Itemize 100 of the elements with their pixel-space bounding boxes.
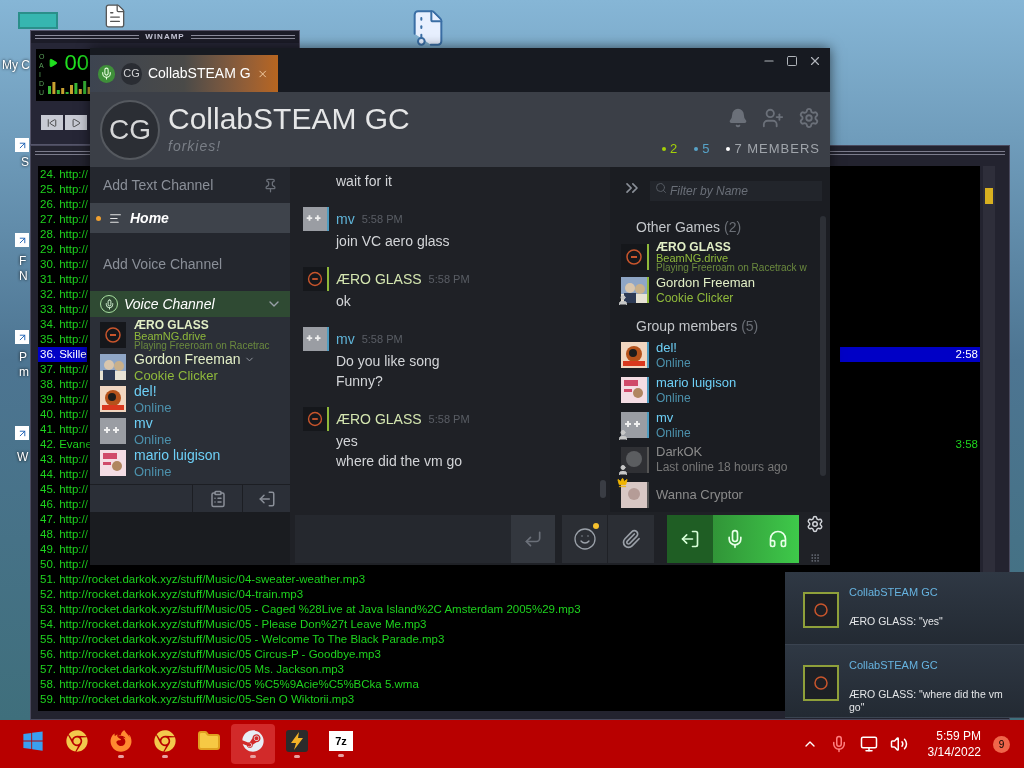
track-title[interactable]: 34. http://	[38, 317, 88, 332]
resize-grip-icon[interactable]	[810, 552, 820, 563]
invite-icon[interactable]	[762, 106, 784, 129]
filter-field[interactable]: Filter by Name	[650, 181, 822, 201]
track-title[interactable]: 38. http://	[38, 377, 88, 392]
track-title[interactable]: 58. http://rocket.darkok.xyz/stuff/Music/05 %C5%9Acie%C5%BCka 5.wma	[38, 677, 419, 692]
message-text: yes	[335, 432, 359, 451]
mic-icon	[725, 528, 745, 549]
channel-name: Voice Channel	[124, 294, 216, 314]
track-title[interactable]: 35. http://	[38, 332, 88, 347]
member-row[interactable]: Wanna Cryptor	[621, 477, 820, 512]
track-title[interactable]: 46. http://	[38, 497, 88, 512]
leave-voice-button[interactable]	[667, 514, 713, 563]
section-count: (5)	[741, 316, 759, 336]
message-text: ok	[335, 292, 352, 311]
taskbar-app[interactable]	[231, 724, 275, 764]
track-title[interactable]: 40. http://	[38, 407, 88, 422]
track-title[interactable]: 50. http://	[38, 557, 88, 572]
track-title[interactable]: 48. http://	[38, 527, 88, 542]
track-title[interactable]: 59. http://rocket.darkok.xyz/stuff/Music/05-Sen O Wiktorii.mp3	[38, 692, 355, 707]
member-row[interactable]: Gordon Freeman Cookie Clicker	[621, 274, 820, 307]
notification-title: CollabSTEAM GC	[849, 585, 939, 600]
add-channel-button[interactable]: Add Text Channel	[90, 167, 263, 203]
taskbar-app[interactable]: 7z	[319, 724, 363, 764]
notification-toast[interactable]: CollabSTEAM GC ÆRO GLASS: "yes"	[785, 572, 1024, 645]
close-icon[interactable]	[808, 54, 822, 68]
track-title[interactable]: 57. http://rocket.darkok.xyz/stuff/Music/05 Ms. Jackson.mp3	[38, 662, 345, 677]
track-title[interactable]: 36. Skille	[38, 347, 87, 362]
track-title[interactable]: 26. http://	[38, 197, 88, 212]
member-name: del!	[656, 339, 677, 356]
friend-icon	[617, 463, 629, 476]
play-button[interactable]	[65, 115, 87, 130]
track-title[interactable]: 31. http://	[38, 272, 88, 287]
track-title[interactable]: 43. http://	[38, 452, 88, 467]
channel-item[interactable]: Home	[90, 203, 290, 233]
piston-logo-icon	[242, 730, 264, 752]
track-title[interactable]: 42. Evane	[38, 437, 92, 452]
member-row[interactable]: del! Online	[621, 338, 820, 373]
notification-text: ÆRO GLASS: "yes"	[849, 614, 943, 628]
track-title[interactable]: 52. http://rocket.darkok.xyz/stuff/Music/04-train.mp3	[38, 587, 304, 602]
message-time: 5:58 PM	[428, 411, 470, 427]
track-title[interactable]: 41. http://	[38, 422, 88, 437]
message-input[interactable]	[295, 514, 555, 563]
track-title[interactable]: 47. http://	[38, 512, 88, 527]
track-title[interactable]: 55. http://rocket.darkok.xyz/stuff/Music/05 - Welcome To The Black Parade.mp3	[38, 632, 445, 647]
previous-button[interactable]	[41, 115, 63, 130]
track-title[interactable]: 32. http://	[38, 287, 88, 302]
clock[interactable]: 5:59 PM 3/14/2022	[927, 728, 981, 760]
track-title[interactable]: 54. http://rocket.darkok.xyz/stuff/Music/05 - Please Don%27t Leave Me.mp3	[38, 617, 427, 632]
archive-icon: 7z	[329, 731, 353, 751]
voice-member[interactable]: mv Online	[100, 415, 290, 447]
member-name: ÆRO GLASS	[134, 319, 209, 331]
member-activity: Playing Freeroam on Racetrack w	[656, 262, 807, 273]
track-title[interactable]: 56. http://rocket.darkok.xyz/stuff/Music/05 Circus-P - Goodbye.mp3	[38, 647, 381, 662]
voice-member[interactable]: Gordon Freeman Cookie Clicker	[100, 351, 290, 383]
track-title[interactable]: 33. http://	[38, 302, 88, 317]
network-icon[interactable]	[859, 735, 878, 753]
chat-tab[interactable]: CG CollabSTEAM G	[90, 55, 278, 92]
send-button[interactable]	[511, 514, 555, 563]
message-text: Do you like song	[335, 352, 441, 371]
desktop-icon-label: S	[21, 155, 29, 170]
member-row[interactable]: DarkOK Last online 18 hours ago	[621, 442, 820, 478]
track-title[interactable]: 27. http://	[38, 212, 88, 227]
track-title[interactable]: 28. http://	[38, 227, 88, 242]
track-title[interactable]: 37. http://	[38, 362, 88, 377]
voice-channel-header[interactable]: Voice Channel	[90, 291, 290, 317]
add-channel-button[interactable]: Add Voice Channel	[90, 248, 290, 281]
member-row[interactable]: mario luigison Online	[621, 372, 820, 408]
track-title[interactable]: 53. http://rocket.darkok.xyz/stuff/Music/05 - Caged %28Live at Java Island%2C Amsterdam 2005%29.mp3	[38, 602, 581, 617]
track-title[interactable]: 29. http://	[38, 242, 88, 257]
tab-title: CollabSTEAM G	[147, 64, 251, 83]
track-title[interactable]: 30. http://	[38, 257, 88, 272]
exit-icon	[257, 489, 276, 508]
member-name: mv	[656, 409, 674, 426]
member-row[interactable]: mv Online	[621, 407, 820, 443]
voice-member[interactable]: del! Online	[100, 383, 290, 415]
track-title[interactable]: 39. http://	[38, 392, 88, 407]
section-count: (2)	[724, 218, 742, 238]
author-name: ÆRO GLASS	[336, 269, 422, 289]
track-title[interactable]: 24. http://	[38, 167, 88, 182]
track-title[interactable]: 44. http://	[38, 467, 88, 482]
notification-toast[interactable]: CollabSTEAM GC ÆRO GLASS: "where did the vm go"	[785, 645, 1024, 718]
maximize-icon[interactable]	[786, 55, 798, 67]
bell-icon[interactable]	[728, 107, 748, 128]
member-row[interactable]: ÆRO GLASS BeamNG.drive Playing Freeroam on Racetrack w	[621, 239, 820, 274]
member-count: 5	[702, 139, 711, 158]
member-name: ÆRO GLASS	[656, 240, 731, 253]
volume-icon[interactable]	[889, 735, 908, 753]
member-name: del!	[134, 383, 157, 400]
pin-icon[interactable]	[263, 177, 278, 193]
desktop-icon-label: W	[17, 450, 29, 465]
voice-member[interactable]: ÆRO GLASS BeamNG.drive Playing Freeroam on Racetrac	[100, 319, 290, 351]
track-title[interactable]: 45. http://	[38, 482, 88, 497]
notification-badge[interactable]: 9	[993, 735, 1010, 753]
member-name: mario luigison	[134, 447, 221, 464]
track-title[interactable]: 25. http://	[38, 182, 88, 197]
voice-member[interactable]: mario luigison Online	[100, 447, 290, 479]
track-title[interactable]: 51. http://rocket.darkok.xyz/stuff/Music/04-sweater-weather.mp3	[38, 572, 366, 587]
group-name: CollabSTEAM GC	[168, 102, 411, 136]
track-title[interactable]: 49. http://	[38, 542, 88, 557]
